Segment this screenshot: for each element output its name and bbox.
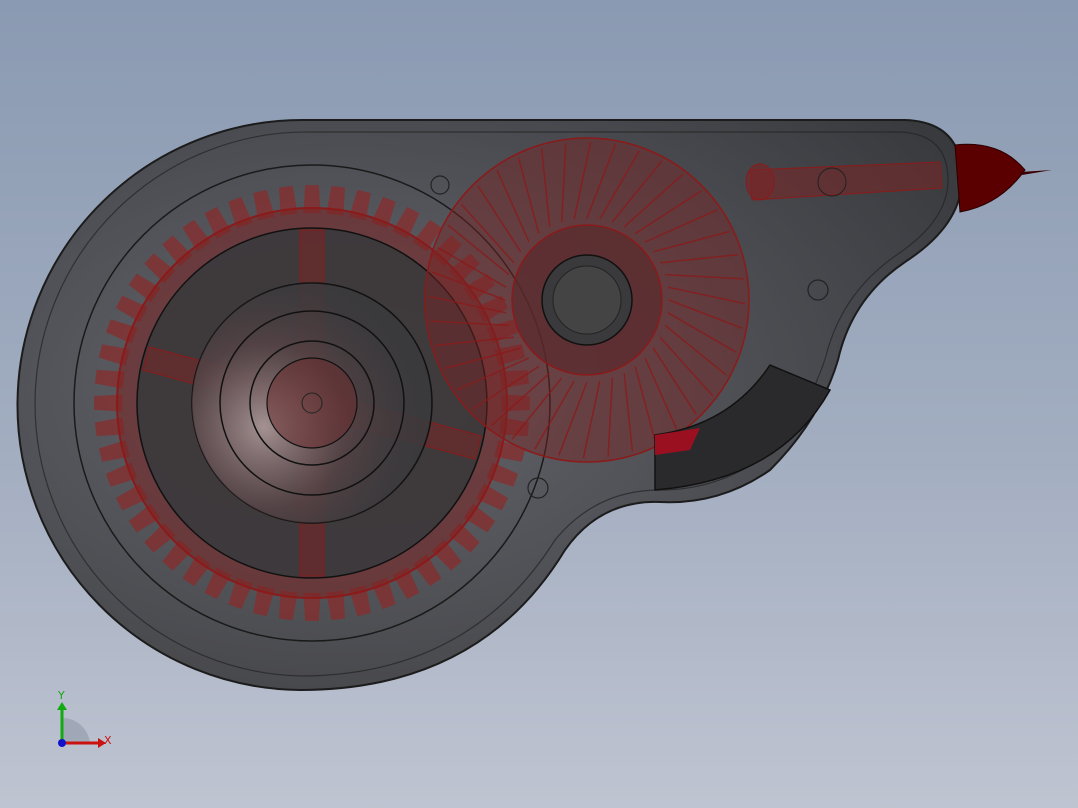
graphics-viewport[interactable]: X Y — [0, 0, 1078, 808]
coordinate-triad: X Y — [57, 689, 112, 748]
x-axis-label: X — [104, 734, 112, 747]
y-axis-arrow — [57, 702, 67, 710]
y-axis-label: Y — [57, 689, 65, 702]
z-axis-dot — [58, 739, 66, 747]
